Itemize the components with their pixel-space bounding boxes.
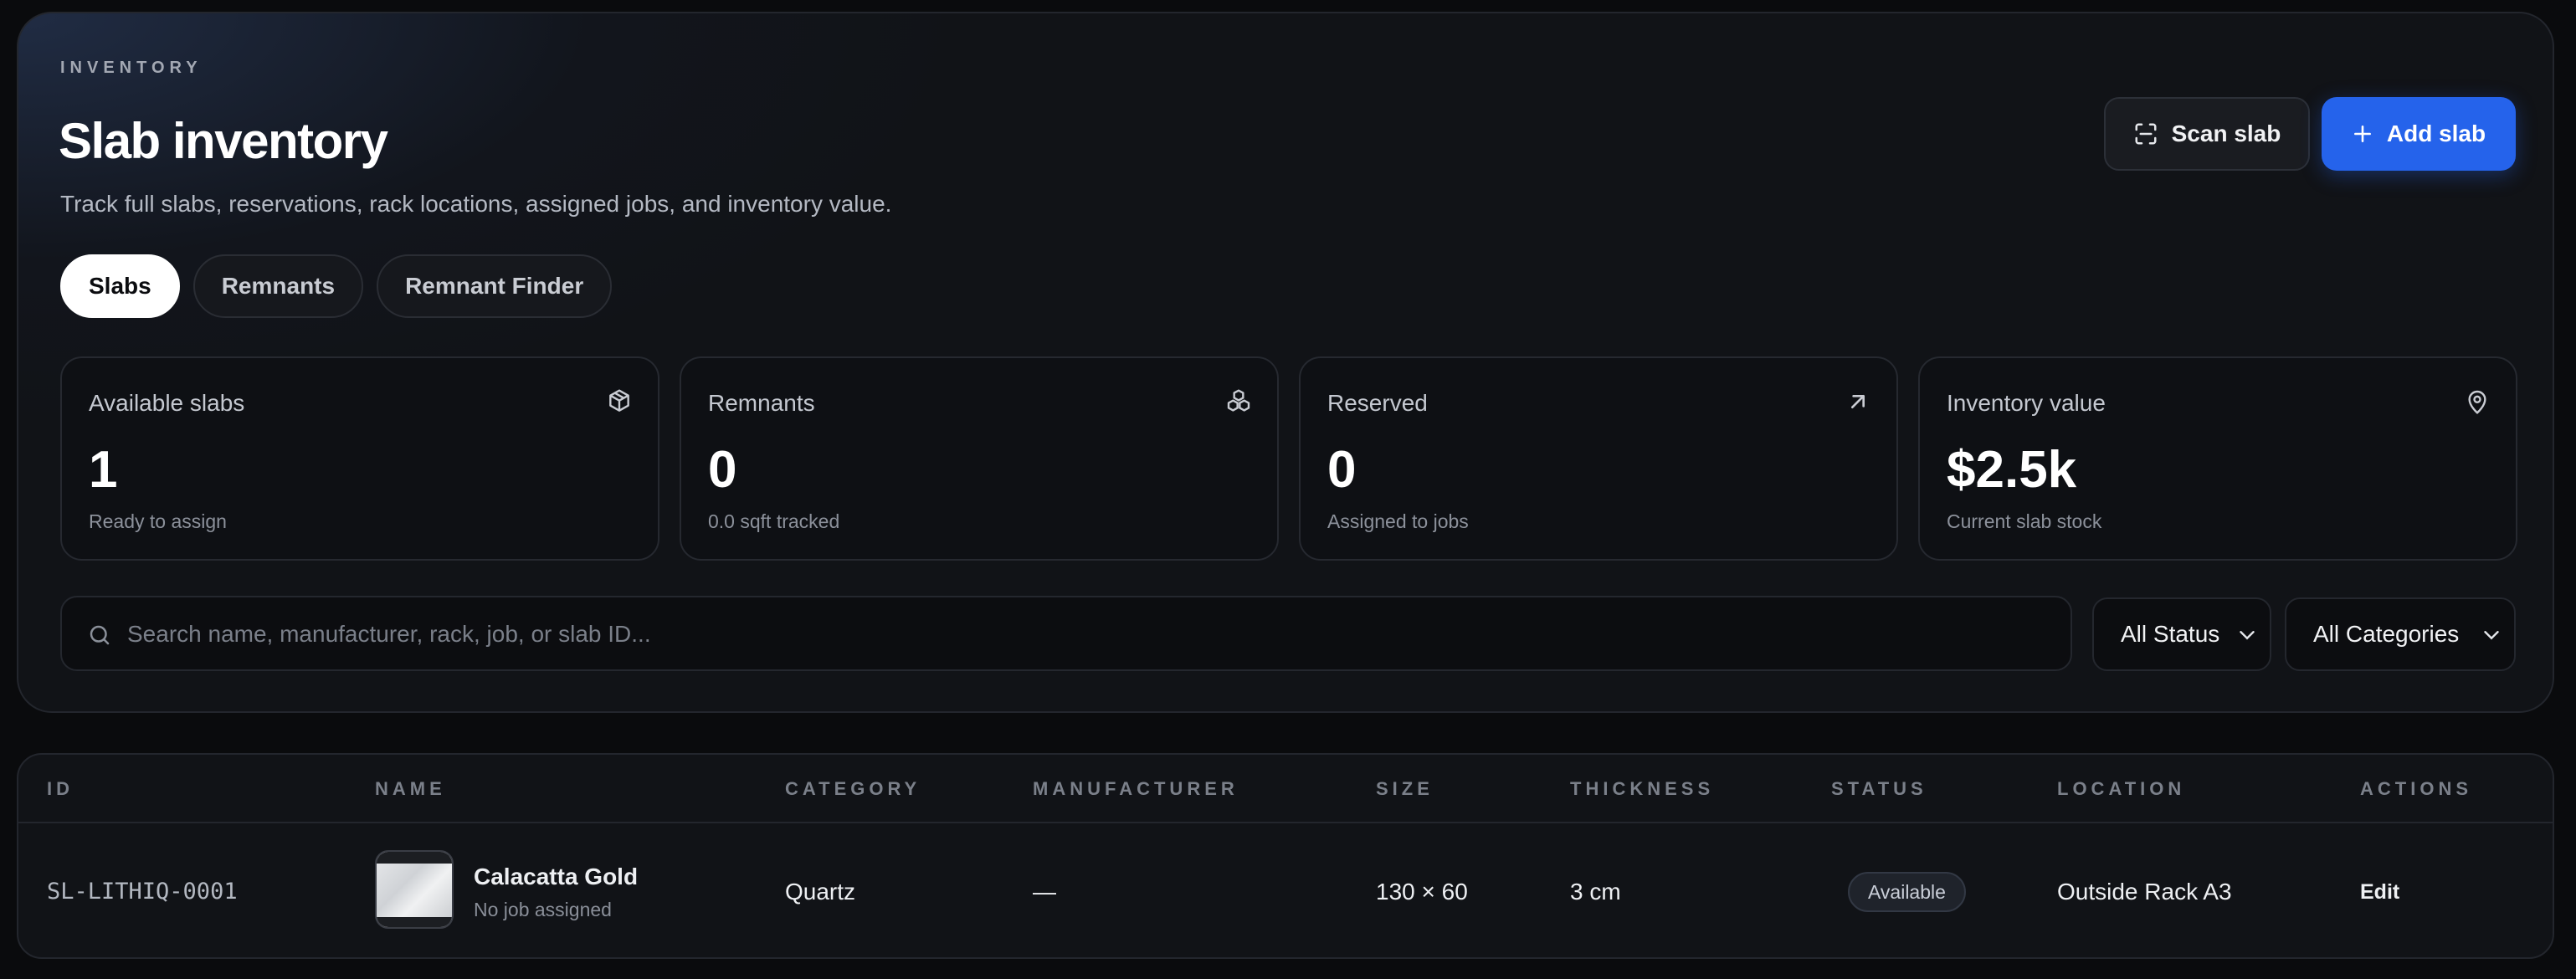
column-header-id: ID [47,778,74,799]
column-header-name: NAME [375,778,446,799]
status-filter-select[interactable]: All Status [2092,597,2271,671]
stat-value: 0 [708,441,737,499]
slab-table: ID NAME CATEGORY MANUFACTURER SIZE THICK… [17,753,2554,959]
column-header-location: LOCATION [2057,778,2186,799]
page-subtitle: Track full slabs, reservations, rack loc… [60,191,892,217]
page-title: Slab inventory [59,113,388,169]
stat-label: Remnants [708,390,815,416]
search-input[interactable] [127,614,2035,654]
box-icon [609,389,629,412]
column-header-manufacturer: MANUFACTURER [1033,778,1239,799]
stat-value: 1 [89,441,118,499]
stat-sub: 0.0 sqft tracked [708,510,840,532]
map-pin-icon [2468,390,2486,414]
cubes-icon [1227,389,1250,412]
search-box [60,596,2072,671]
add-slab-button[interactable]: Add slab [2322,97,2516,171]
slab-name: Calacatta Gold [474,864,639,889]
status-filter-value: All Status [2121,621,2220,647]
tab-remnant-finder[interactable]: Remnant Finder [377,254,613,318]
search-icon [90,625,110,645]
scan-icon [2135,123,2157,145]
stat-card-remnants: Remnants 0 0.0 sqft tracked [680,356,1279,561]
slab-thickness: 3 cm [1570,879,1621,905]
stat-card-inventory-value: Inventory value $2.5k Current slab stock [1918,356,2517,561]
section-eyebrow: INVENTORY [60,59,203,77]
stat-label: Reserved [1327,390,1428,416]
category-filter-select[interactable]: All Categories [2285,597,2516,671]
table-header: ID NAME CATEGORY MANUFACTURER SIZE THICK… [18,755,2553,823]
slab-size: 130 × 60 [1376,879,1468,905]
stat-sub: Assigned to jobs [1327,510,1469,532]
column-header-size: SIZE [1376,778,1434,799]
stat-label: Inventory value [1947,390,2106,416]
slab-id: SL-LITHIQ-0001 [47,879,238,905]
slab-category: Quartz [785,879,856,905]
tab-remnants[interactable]: Remnants [192,254,364,318]
category-filter-value: All Categories [2313,621,2460,647]
edit-button[interactable]: Edit [2360,880,2399,905]
scan-slab-button[interactable]: Scan slab [2104,97,2310,171]
slab-job: No job assigned [474,899,612,920]
add-slab-label: Add slab [2386,120,2486,146]
column-header-category: CATEGORY [785,778,921,799]
status-badge: Available [1848,872,1966,912]
scan-slab-label: Scan slab [2171,120,2281,146]
slab-thumbnail [375,850,454,929]
plus-icon [2353,126,2371,142]
tab-slabs[interactable]: Slabs [60,254,180,318]
stat-sub: Current slab stock [1947,510,2102,532]
inventory-tabs: Slabs Remnants Remnant Finder [60,254,613,320]
slab-location: Outside Rack A3 [2057,879,2232,905]
slab-manufacturer: — [1033,879,1056,905]
inventory-header-panel: INVENTORY Slab inventory Track full slab… [17,12,2554,713]
stat-value: $2.5k [1947,441,2077,499]
arrow-up-right-icon [1851,395,1865,408]
chevron-down-icon [2240,631,2255,640]
stat-card-reserved: Reserved 0 Assigned to jobs [1299,356,1898,561]
stat-card-available-slabs: Available slabs 1 Ready to assign [60,356,659,561]
stat-label: Available slabs [89,390,245,416]
stat-value: 0 [1327,441,1357,499]
column-header-actions: ACTIONS [2360,778,2472,799]
column-header-status: STATUS [1831,778,1927,799]
stat-sub: Ready to assign [89,510,227,532]
column-header-thickness: THICKNESS [1570,778,1715,799]
chevron-down-icon [2484,631,2499,640]
